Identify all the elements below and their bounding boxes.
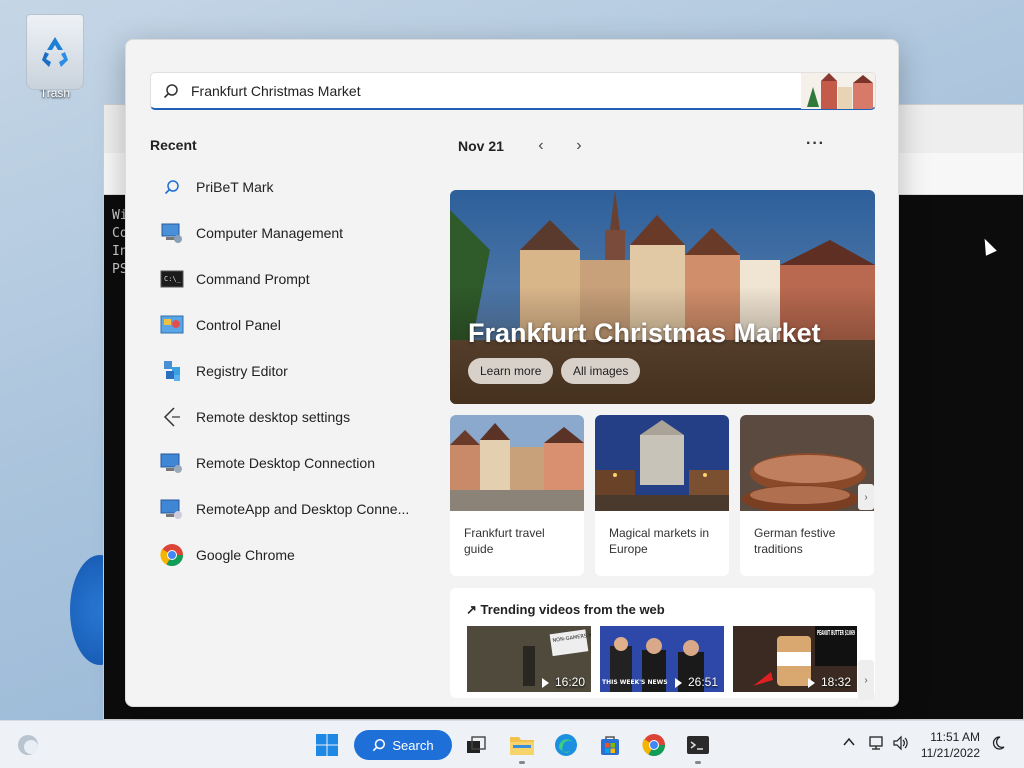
recent-item-remoteapp[interactable]: RemoteApp and Desktop Conne... <box>150 486 420 532</box>
video-thumbnail[interactable]: NON-GAMERS WON'T UNDERSTAND 16:20 <box>467 626 591 692</box>
learn-more-button[interactable]: Learn more <box>468 358 554 384</box>
recent-item-label: RemoteApp and Desktop Conne... <box>196 501 410 517</box>
card-image <box>595 415 729 511</box>
play-icon <box>675 678 682 688</box>
search-result-thumbnail <box>801 73 875 109</box>
file-explorer-icon[interactable] <box>508 731 536 759</box>
more-options-icon[interactable]: ··· <box>806 135 825 153</box>
trending-video-list: NON-GAMERS WON'T UNDERSTAND 16:20 THIS W… <box>467 626 857 692</box>
remoteapp-icon <box>160 497 184 521</box>
recent-heading: Recent <box>150 137 197 153</box>
search-input[interactable] <box>191 82 791 99</box>
clock-date: 11/21/2022 <box>920 746 980 760</box>
recent-item-label: Command Prompt <box>196 271 310 287</box>
chevron-right-icon[interactable]: › <box>560 137 598 155</box>
search-box[interactable] <box>150 72 876 110</box>
start-button-icon[interactable] <box>313 731 341 759</box>
trash-desktop-icon[interactable]: Trash <box>16 10 94 100</box>
topic-card-travel-guide[interactable]: Frankfurt travel guide <box>450 415 584 576</box>
topic-card-festive-traditions[interactable]: German festive traditions <box>740 415 874 576</box>
video-duration: 16:20 <box>554 675 585 689</box>
taskbar: Search 11:51 AM 11/21/2022 <box>0 720 1024 768</box>
recent-item-pribet-mark[interactable]: PriBeT Mark <box>150 164 420 210</box>
microsoft-store-icon[interactable] <box>596 731 624 759</box>
control-panel-icon <box>160 313 184 337</box>
command-prompt-icon: C:\_ <box>160 267 184 291</box>
taskbar-clock[interactable]: 11:51 AM 11/21/2022 <box>918 729 980 761</box>
hero-title: Frankfurt Christmas Market <box>468 318 821 348</box>
recent-item-label: PriBeT Mark <box>196 179 274 195</box>
recent-item-registry-editor[interactable]: Registry Editor <box>150 348 420 394</box>
recent-item-label: Google Chrome <box>196 547 295 563</box>
volume-icon[interactable] <box>892 735 910 754</box>
edge-browser-icon[interactable] <box>552 731 580 759</box>
trending-videos-section: ↗ Trending videos from the web NON-GAMER… <box>450 588 875 698</box>
recent-item-control-panel[interactable]: Control Panel <box>150 302 420 348</box>
topic-card-magical-markets[interactable]: Magical markets in Europe <box>595 415 729 576</box>
card-image <box>450 415 584 511</box>
highlights-date: Nov 21 <box>458 138 504 154</box>
recycle-bin-icon <box>20 10 90 94</box>
taskbar-search-label: Search <box>392 737 434 753</box>
card-caption: Frankfurt travel guide <box>464 526 545 556</box>
trending-arrow-icon: ↗ <box>466 602 477 617</box>
play-icon <box>808 678 815 688</box>
videos-next-arrow[interactable]: › <box>858 660 874 700</box>
video-overlay-text: PEANUT BUTTER $1069 <box>817 629 855 637</box>
play-icon <box>542 678 549 688</box>
svg-text:C:\_: C:\_ <box>164 275 182 283</box>
recent-item-remote-desktop-connection[interactable]: Remote Desktop Connection <box>150 440 420 486</box>
hero-card[interactable]: Frankfurt Christmas Market Learn more Al… <box>450 190 875 404</box>
recent-item-label: Registry Editor <box>196 363 288 379</box>
recent-list: PriBeT Mark Computer Management C:\_ Com… <box>150 164 420 578</box>
trending-heading: ↗ Trending videos from the web <box>466 602 665 618</box>
highlights-date-bar: Nov 21 ‹ › <box>458 137 598 155</box>
remote-desktop-connection-icon <box>160 451 184 475</box>
card-caption: German festive traditions <box>754 526 836 556</box>
active-indicator <box>695 761 701 764</box>
search-icon <box>373 738 386 752</box>
topic-cards: Frankfurt travel guide Magical markets i… <box>450 415 875 576</box>
computer-management-icon <box>160 221 184 245</box>
network-icon[interactable] <box>867 735 885 754</box>
recent-item-remote-desktop-settings[interactable]: Remote desktop settings <box>150 394 420 440</box>
chrome-icon[interactable] <box>640 731 668 759</box>
search-icon <box>160 175 184 199</box>
recent-item-google-chrome[interactable]: Google Chrome <box>150 532 420 578</box>
focus-assist-moon-icon[interactable] <box>990 735 1006 754</box>
taskbar-search-button[interactable]: Search <box>354 730 452 760</box>
task-view-icon[interactable] <box>462 731 490 759</box>
recent-item-label: Remote Desktop Connection <box>196 455 375 471</box>
search-icon <box>151 83 191 99</box>
recent-item-label: Control Panel <box>196 317 281 333</box>
recent-item-computer-management[interactable]: Computer Management <box>150 210 420 256</box>
video-duration: 26:51 <box>687 675 718 689</box>
chrome-icon <box>160 543 184 567</box>
recent-item-label: Computer Management <box>196 225 344 241</box>
clock-time: 11:51 AM <box>930 730 980 744</box>
video-thumbnail[interactable]: PEANUT BUTTER $1069 18:32 <box>733 626 857 692</box>
cards-next-arrow[interactable]: › <box>858 484 874 510</box>
active-indicator <box>519 761 525 764</box>
card-caption: Magical markets in Europe <box>609 526 710 556</box>
all-images-button[interactable]: All images <box>561 358 641 384</box>
terminal-icon[interactable] <box>684 731 712 759</box>
video-overlay-text: THIS WEEK'S NEWS <box>602 679 668 686</box>
widgets-icon[interactable] <box>14 731 42 759</box>
trending-title: Trending videos from the web <box>480 602 665 617</box>
search-panel: Recent PriBeT Mark Computer Management C… <box>125 39 899 707</box>
remote-desktop-settings-icon <box>160 405 184 429</box>
card-image <box>740 415 874 513</box>
recent-item-label: Remote desktop settings <box>196 409 351 425</box>
video-duration: 18:32 <box>820 675 851 689</box>
show-hidden-icons-chevron-icon[interactable] <box>842 735 856 752</box>
video-thumbnail[interactable]: THIS WEEK'S NEWS 26:51 <box>600 626 724 692</box>
chevron-left-icon[interactable]: ‹ <box>522 137 560 155</box>
registry-editor-icon <box>160 359 184 383</box>
recent-item-command-prompt[interactable]: C:\_ Command Prompt <box>150 256 420 302</box>
